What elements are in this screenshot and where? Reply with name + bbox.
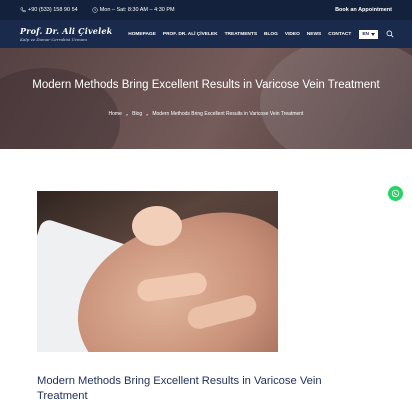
logo-tagline: Kalp ve Damar Cerrahisi Uzmanı [20,37,87,42]
breadcrumb-separator-icon: » [146,111,149,117]
book-appointment-link[interactable]: Book an Appointment [335,7,392,13]
breadcrumb-blog[interactable]: Blog [132,111,142,117]
language-selector[interactable]: EN [359,29,378,39]
nav-item-homepage[interactable]: HOMEPAGE [128,32,156,37]
page-title: Modern Methods Bring Excellent Results i… [32,79,380,91]
chevron-down-icon [371,32,375,36]
hero-overlay [0,48,412,149]
breadcrumb-separator-icon: » [125,111,129,117]
clock-icon [92,7,98,13]
page-hero: Modern Methods Bring Excellent Results i… [0,48,412,149]
nav-item-contact[interactable]: CONTACT [328,32,351,37]
language-label: EN [362,31,369,37]
hours-text: Mon – Sat: 8:30 AM – 4:30 PM [99,7,175,13]
site-logo[interactable]: Prof. Dr. Ali Çivelek Kalp ve Damar Cerr… [20,26,112,42]
nav-menu: HOMEPAGE PROF. DR. ALİ ÇİVELEK TREATMENT… [121,29,394,39]
nav-item-news[interactable]: NEWS [307,32,321,37]
whatsapp-icon [391,189,400,198]
logo-name: Prof. Dr. Ali Çivelek [20,26,113,36]
phone-number: +90 (533) 158 90 54 [28,7,78,13]
nav-item-treatments[interactable]: TREATMENTS [225,32,257,37]
phone-icon [20,7,26,13]
phone-contact[interactable]: +90 (533) 158 90 54 [20,7,78,13]
nav-item-blog[interactable]: BLOG [264,32,278,37]
nav-item-doctor[interactable]: PROF. DR. ALİ ÇİVELEK [163,32,218,37]
article-image [37,191,278,352]
breadcrumb-current: Modern Methods Bring Excellent Results i… [152,111,304,117]
whatsapp-button[interactable] [388,186,403,201]
article-title: Modern Methods Bring Excellent Results i… [37,375,322,402]
search-icon[interactable] [386,30,394,38]
nav-item-video[interactable]: VIDEO [285,32,300,37]
breadcrumb: Home » Blog » Modern Methods Bring Excel… [0,111,412,117]
image-knee [132,206,182,246]
main-navigation: Prof. Dr. Ali Çivelek Kalp ve Damar Cerr… [0,20,412,48]
breadcrumb-home[interactable]: Home [109,111,122,117]
top-bar: +90 (533) 158 90 54 Mon – Sat: 8:30 AM –… [0,0,412,20]
working-hours: Mon – Sat: 8:30 AM – 4:30 PM [92,7,175,13]
